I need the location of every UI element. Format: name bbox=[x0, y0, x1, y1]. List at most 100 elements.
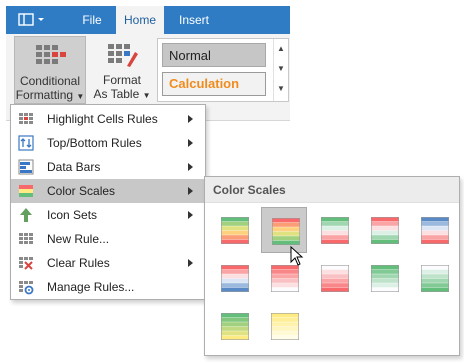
color-scale-swatch-icon bbox=[221, 265, 249, 292]
menu-item-color-scales[interactable]: Color Scales bbox=[11, 179, 205, 203]
color-scale-option[interactable] bbox=[211, 207, 257, 253]
color-scale-band bbox=[271, 269, 299, 274]
menu-item-highlight-cells-rules[interactable]: Highlight Cells Rules bbox=[11, 107, 205, 131]
color-scale-band bbox=[321, 230, 349, 235]
conditional-formatting-label-2: Formatting ▼ bbox=[15, 88, 85, 102]
conditional-formatting-icon bbox=[36, 45, 66, 64]
color-scale-band bbox=[321, 269, 349, 274]
tab-home[interactable]: Home bbox=[116, 6, 164, 34]
menu-item-manage-rules[interactable]: Manage Rules... bbox=[11, 275, 205, 299]
application-menu-icon bbox=[18, 13, 44, 26]
data-bars-icon bbox=[18, 159, 34, 175]
color-scale-option[interactable] bbox=[361, 255, 407, 301]
color-scale-band bbox=[321, 235, 349, 240]
color-scale-band bbox=[321, 274, 349, 279]
menu-item-new-rule[interactable]: New Rule... bbox=[11, 227, 205, 251]
menu-item-icon-sets[interactable]: Icon Sets bbox=[11, 203, 205, 227]
color-scale-swatch-icon bbox=[371, 217, 399, 244]
submenu-arrow-icon bbox=[188, 211, 193, 219]
color-scale-option[interactable] bbox=[211, 303, 257, 349]
cell-styles-gallery: Normal Calculation ▲ ▼ ▼ bbox=[157, 38, 289, 102]
gallery-scrollbar[interactable]: ▲ ▼ ▼ bbox=[273, 39, 288, 101]
gallery-scroll-up-icon[interactable]: ▲ bbox=[274, 39, 288, 59]
color-scale-band bbox=[421, 226, 449, 231]
color-scale-swatch-icon bbox=[221, 313, 249, 340]
color-scale-band bbox=[371, 239, 399, 244]
submenu-arrow-icon bbox=[188, 259, 193, 267]
menu-item-label: Data Bars bbox=[47, 160, 101, 174]
color-scales-icon bbox=[19, 185, 33, 197]
color-scale-band bbox=[321, 239, 349, 244]
conditional-formatting-menu: Highlight Cells Rules Top/Bottom Rules D… bbox=[10, 104, 206, 300]
color-scale-band bbox=[421, 230, 449, 235]
color-scale-option[interactable] bbox=[311, 255, 357, 301]
color-scale-option[interactable] bbox=[411, 207, 457, 253]
color-scale-band bbox=[271, 331, 299, 336]
color-scale-swatch-icon bbox=[371, 265, 399, 292]
top-bottom-icon bbox=[18, 135, 34, 151]
gallery-expand-icon[interactable]: ▼ bbox=[274, 79, 288, 99]
color-scale-band bbox=[221, 313, 249, 318]
color-scale-swatch-icon bbox=[221, 217, 249, 244]
color-scale-option[interactable] bbox=[361, 207, 407, 253]
color-scale-band bbox=[221, 331, 249, 336]
color-scale-band bbox=[271, 313, 299, 318]
color-scale-band bbox=[321, 226, 349, 231]
new-rule-icon bbox=[19, 233, 33, 244]
color-scale-band bbox=[221, 287, 249, 292]
color-scale-band bbox=[221, 265, 249, 270]
color-scale-band bbox=[221, 226, 249, 231]
menu-item-top-bottom-rules[interactable]: Top/Bottom Rules bbox=[11, 131, 205, 155]
menu-item-label: Manage Rules... bbox=[47, 280, 135, 294]
color-scale-band bbox=[321, 221, 349, 226]
color-scale-band bbox=[221, 269, 249, 274]
color-scale-band bbox=[221, 235, 249, 240]
format-as-table-label-1: Format bbox=[102, 73, 141, 87]
menu-item-clear-rules[interactable]: Clear Rules bbox=[11, 251, 205, 275]
tab-file[interactable]: File bbox=[80, 6, 104, 34]
color-scale-band bbox=[321, 278, 349, 283]
manage-rules-icon bbox=[19, 281, 34, 295]
color-scale-band bbox=[421, 217, 449, 222]
color-scale-band bbox=[421, 278, 449, 283]
color-scale-band bbox=[371, 217, 399, 222]
color-scale-band bbox=[421, 269, 449, 274]
color-scale-band bbox=[221, 317, 249, 322]
menu-item-label: Icon Sets bbox=[47, 208, 98, 222]
color-scale-band bbox=[321, 217, 349, 222]
quick-access-toolbar-button[interactable] bbox=[12, 11, 54, 29]
color-scale-option[interactable] bbox=[311, 207, 357, 253]
style-calculation[interactable]: Calculation bbox=[162, 72, 266, 96]
up-arrow-icon bbox=[20, 208, 32, 222]
color-scale-band bbox=[271, 278, 299, 283]
color-scales-submenu: Color Scales bbox=[204, 176, 460, 356]
format-as-table-button[interactable]: Format As Table ▼ bbox=[90, 36, 154, 102]
color-scale-band bbox=[371, 278, 399, 283]
color-scale-band bbox=[421, 235, 449, 240]
style-normal[interactable]: Normal bbox=[162, 43, 266, 67]
conditional-formatting-button[interactable]: Conditional Formatting ▼ bbox=[14, 36, 86, 104]
color-scale-band bbox=[221, 326, 249, 331]
color-scale-band bbox=[371, 287, 399, 292]
color-scale-band bbox=[272, 218, 300, 223]
color-scale-option[interactable] bbox=[411, 255, 457, 301]
color-scale-swatch-icon bbox=[321, 265, 349, 292]
menu-item-label: Color Scales bbox=[47, 184, 116, 198]
color-scale-band bbox=[371, 265, 399, 270]
color-scale-band bbox=[221, 239, 249, 244]
color-scale-band bbox=[272, 236, 300, 241]
mouse-pointer-icon bbox=[290, 246, 304, 266]
color-scale-band bbox=[371, 283, 399, 288]
submenu-arrow-icon bbox=[188, 139, 193, 147]
tab-insert[interactable]: Insert bbox=[172, 6, 216, 34]
color-scale-band bbox=[221, 322, 249, 327]
color-scale-band bbox=[271, 283, 299, 288]
menu-item-data-bars[interactable]: Data Bars bbox=[11, 155, 205, 179]
color-scale-band bbox=[271, 326, 299, 331]
gallery-scroll-down-icon[interactable]: ▼ bbox=[274, 59, 288, 79]
color-scale-band bbox=[371, 226, 399, 231]
color-scale-band bbox=[421, 283, 449, 288]
color-scale-option[interactable] bbox=[211, 255, 257, 301]
color-scale-band bbox=[271, 274, 299, 279]
color-scale-option[interactable] bbox=[261, 303, 307, 349]
